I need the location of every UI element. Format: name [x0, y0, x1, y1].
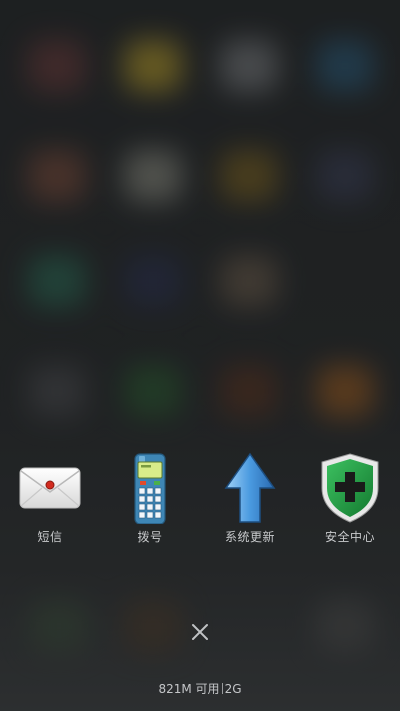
- recent-app-sms[interactable]: 短信: [0, 452, 100, 552]
- security-shield-icon: [321, 453, 379, 523]
- app-label: 安全中心: [324, 530, 375, 544]
- recent-app-dialer[interactable]: 拨号: [100, 452, 200, 552]
- recent-apps-row: 短信 拨号 系统更新 安全中心: [0, 452, 400, 552]
- memory-available: 821M 可用: [158, 682, 220, 696]
- envelope-icon: [19, 467, 81, 509]
- memory-status: 821M 可用 2G: [0, 680, 400, 697]
- dim-overlay: [0, 0, 400, 711]
- memory-total: 2G: [224, 682, 242, 696]
- recent-app-system-update[interactable]: 系统更新: [200, 452, 300, 552]
- close-icon[interactable]: [186, 618, 214, 646]
- separator: [221, 683, 223, 694]
- recent-apps-screen: 短信 拨号 系统更新 安全中心 821M 可用 2G: [0, 0, 400, 711]
- upload-arrow-icon: [224, 452, 276, 523]
- app-label: 拨号: [137, 530, 163, 544]
- app-label: 系统更新: [224, 530, 275, 544]
- phone-dialer-icon: [134, 453, 166, 524]
- app-label: 短信: [37, 530, 63, 544]
- recent-app-security-center[interactable]: 安全中心: [300, 452, 400, 552]
